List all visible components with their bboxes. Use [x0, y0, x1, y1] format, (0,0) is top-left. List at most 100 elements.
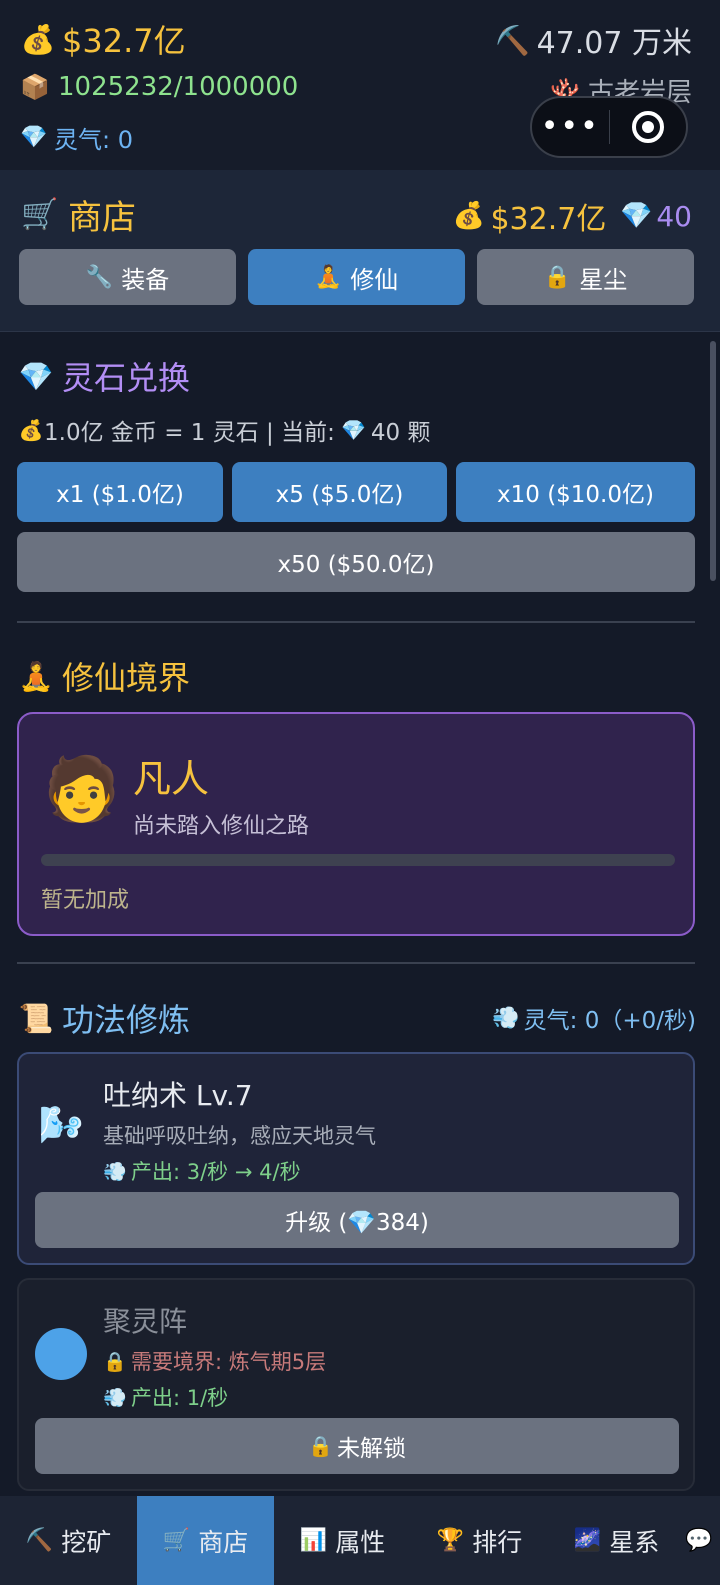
- pickaxe-icon: ⛏️: [25, 1528, 54, 1553]
- close-target-icon[interactable]: [610, 111, 687, 143]
- skill-production-text: 产出: 1/秒: [131, 1386, 229, 1410]
- nav-mining[interactable]: ⛏️ 挖矿: [0, 1496, 137, 1585]
- skills-title: 功法修炼: [62, 1001, 191, 1039]
- nav-ranking[interactable]: 🏆 排行: [411, 1496, 548, 1585]
- skill-production-text: 产出: 3/秒 → 4/秒: [131, 1160, 301, 1184]
- gem-icon: 💎: [20, 125, 48, 150]
- more-icon[interactable]: •••: [532, 96, 609, 158]
- person-icon: 🧑: [43, 752, 121, 825]
- shop-content[interactable]: 💎 灵石兑换 💰 1.0亿 金币 = 1 灵石 | 当前: 💎 40 颗 x1 …: [0, 333, 720, 1496]
- skill-name: 吐纳术 Lv.7: [103, 1079, 253, 1112]
- cloud-wind-icon: 🌬️: [38, 1105, 84, 1146]
- bottom-nav: ⛏️ 挖矿 🛒 商店 📊 属性 🏆 排行 🌌 星系 💬: [0, 1496, 720, 1585]
- package-icon: 📦: [20, 73, 50, 101]
- skill-requirement-text: 需要境界: 炼气期5层: [131, 1350, 327, 1374]
- exchange-title: 灵石兑换: [62, 359, 191, 397]
- exchange-section-title: 💎 灵石兑换: [18, 353, 190, 399]
- wind-icon: 💨: [491, 1005, 520, 1031]
- depth-value: 47.07 万米: [536, 26, 692, 61]
- miniprogram-capsule: •••: [530, 96, 688, 158]
- section-divider: [17, 621, 695, 623]
- shop-header: 🛒 商店 💰 $32.7亿 💎 40 🔧 装备 🧘 修仙 🔒 星尘: [0, 170, 720, 332]
- realm-title: 修仙境界: [62, 659, 191, 697]
- tab-label: 装备: [121, 265, 170, 294]
- shop-balance: 💰 $32.7亿 💎 40: [452, 194, 692, 238]
- exchange-rate: 💰 1.0亿 金币 = 1 灵石 | 当前: 💎 40 颗: [18, 413, 431, 447]
- skill-desc: 基础呼吸吐纳，感应天地灵气: [103, 1124, 376, 1148]
- scrollbar[interactable]: [710, 341, 716, 581]
- skill-requirement: 🔒 需要境界: 炼气期5层: [103, 1346, 326, 1376]
- nav-label: 商店: [198, 1527, 249, 1557]
- chat-icon: 💬: [685, 1528, 713, 1553]
- exchange-rate-text: 1.0亿 金币 = 1 灵石 | 当前:: [44, 420, 335, 446]
- nav-more[interactable]: 💬: [685, 1496, 720, 1585]
- skill-production: 💨 产出: 1/秒: [103, 1382, 228, 1412]
- realm-bonus: 暂无加成: [41, 888, 130, 913]
- skill-production: 💨 产出: 3/秒 → 4/秒: [103, 1156, 301, 1186]
- pickaxe-icon: ⛏️: [495, 23, 531, 57]
- realm-progress-bar: [41, 854, 675, 866]
- skills-section-title: 📜 功法修炼: [18, 995, 190, 1041]
- shop-gold: $32.7亿: [490, 202, 607, 237]
- qi-display: 💎 灵气: 0: [20, 120, 133, 155]
- shop-gems: 40: [656, 199, 692, 233]
- nav-label: 排行: [472, 1527, 523, 1557]
- qi-status: 💨 灵气: 0（+0/秒): [492, 1001, 696, 1035]
- cart-icon: 🛒: [162, 1528, 191, 1553]
- money-bag-icon: 💰: [18, 418, 44, 442]
- skill-name: 聚灵阵: [103, 1305, 188, 1338]
- nav-stats[interactable]: 📊 属性: [274, 1496, 411, 1585]
- tab-equipment[interactable]: 🔧 装备: [19, 249, 236, 305]
- galaxy-icon: 🌌: [573, 1528, 602, 1553]
- lock-icon: 🔒: [543, 264, 572, 290]
- tab-cultivation[interactable]: 🧘 修仙: [248, 249, 465, 305]
- cart-icon: 🛒: [21, 197, 59, 232]
- wrench-icon: 🔧: [85, 264, 114, 290]
- lock-icon: 🔒: [103, 1350, 127, 1373]
- gold-display: 💰 $32.7亿: [20, 16, 186, 62]
- shop-title: 🛒 商店: [20, 190, 136, 239]
- realm-section-title: 🧘 修仙境界: [18, 653, 190, 699]
- skill-card-locked: 聚灵阵 🔒 需要境界: 炼气期5层 💨 产出: 1/秒 🔒 未解锁: [17, 1278, 695, 1491]
- nav-label: 属性: [335, 1527, 386, 1557]
- gem-icon: 💎: [341, 418, 367, 442]
- locked-button[interactable]: 🔒 未解锁: [35, 1418, 679, 1474]
- meditation-icon: 🧘: [314, 264, 343, 290]
- realm-name: 凡人: [133, 757, 210, 801]
- skill-orb-icon: [35, 1328, 87, 1380]
- capacity-value: 1025232/1000000: [58, 72, 299, 102]
- nav-galaxy[interactable]: 🌌 星系: [548, 1496, 685, 1585]
- gem-icon: 💎: [18, 359, 54, 393]
- exchange-x50-button[interactable]: x50 ($50.0亿): [17, 532, 695, 592]
- nav-label: 挖矿: [61, 1527, 112, 1557]
- scroll-icon: 📜: [18, 1001, 54, 1035]
- status-header: 💰 $32.7亿 ⛏️ 47.07 万米 📦 1025232/1000000 🪸…: [0, 0, 720, 170]
- exchange-x10-button[interactable]: x10 ($10.0亿): [456, 462, 695, 522]
- shop-title-text: 商店: [68, 198, 136, 238]
- exchange-rate-count: 40 颗: [370, 420, 431, 446]
- upgrade-button[interactable]: 升级 (💎384): [35, 1192, 679, 1248]
- wind-icon: 💨: [103, 1160, 127, 1183]
- shop-tabs: 🔧 装备 🧘 修仙 🔒 星尘: [19, 249, 694, 305]
- target-ring: [631, 111, 664, 143]
- gold-amount: $32.7亿: [62, 22, 186, 60]
- wind-icon: 💨: [103, 1386, 127, 1409]
- gem-icon: 💎: [620, 201, 653, 231]
- depth-display: ⛏️ 47.07 万米: [495, 18, 692, 62]
- target-dot: [641, 121, 654, 133]
- nav-shop[interactable]: 🛒 商店: [137, 1496, 274, 1585]
- nav-label: 星系: [609, 1527, 660, 1557]
- qi-value: 灵气: 0: [54, 126, 133, 154]
- skill-card: 🌬️ 吐纳术 Lv.7 基础呼吸吐纳，感应天地灵气 💨 产出: 3/秒 → 4/…: [17, 1052, 695, 1265]
- lock-icon: 🔒: [308, 1434, 333, 1458]
- exchange-x1-button[interactable]: x1 ($1.0亿): [17, 462, 223, 522]
- trophy-icon: 🏆: [436, 1528, 465, 1553]
- qi-status-text: 灵气: 0（+0/秒): [523, 1008, 696, 1034]
- chart-icon: 📊: [299, 1528, 328, 1553]
- section-divider: [17, 962, 695, 964]
- tab-stardust[interactable]: 🔒 星尘: [477, 249, 694, 305]
- realm-desc: 尚未踏入修仙之路: [133, 814, 310, 839]
- realm-card: 🧑 凡人 尚未踏入修仙之路 暂无加成: [17, 712, 695, 936]
- exchange-x5-button[interactable]: x5 ($5.0亿): [232, 462, 447, 522]
- tab-label: 修仙: [350, 265, 399, 294]
